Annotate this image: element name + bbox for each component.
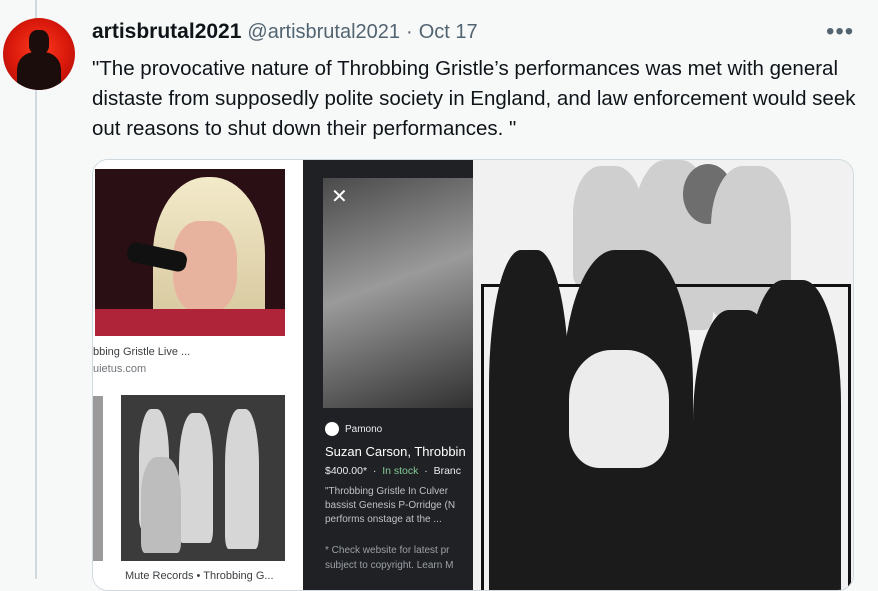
product-source[interactable]: Pamono	[325, 422, 382, 436]
source-logo-icon	[325, 422, 339, 436]
avatar[interactable]	[3, 18, 75, 90]
product-price: $400.00*	[325, 465, 368, 477]
group-photo[interactable]	[473, 160, 853, 590]
band-member	[179, 413, 213, 543]
crowd-photo[interactable]	[323, 178, 473, 408]
baby-figure	[569, 350, 669, 468]
display-name[interactable]: artisbrutal2021	[92, 20, 241, 44]
image-results-column: bbing Gristle Live ... uietus.com Mute R…	[93, 160, 301, 590]
user-handle[interactable]: @artisbrutal2021	[247, 21, 400, 44]
note-line: subject to copyright. Learn M	[325, 560, 454, 571]
result-thumbnail-singer[interactable]	[95, 169, 285, 336]
avatar-figure-head	[29, 30, 49, 54]
band-member	[225, 409, 259, 549]
result-thumbnail-band[interactable]	[121, 395, 285, 561]
source-name: Pamono	[345, 423, 383, 435]
tweet-date[interactable]: Oct 17	[419, 21, 478, 44]
close-icon[interactable]: ✕	[331, 184, 348, 209]
product-title[interactable]: Suzan Carson, Throbbin	[325, 444, 466, 459]
note-line: * Check website for latest pr	[325, 545, 450, 556]
stock-status: In stock	[382, 465, 419, 477]
result-source: uietus.com	[93, 363, 147, 375]
product-panel: ✕ Pamono Suzan Carson, Throbbin $400.00*…	[303, 160, 473, 590]
description-line: "Throbbing Gristle In Culver	[325, 486, 449, 497]
result-thumbnail-partial[interactable]	[93, 396, 103, 561]
more-options-icon[interactable]: •••	[826, 18, 854, 46]
result-caption[interactable]: Mute Records • Throbbing G...	[125, 570, 274, 582]
singer-dress	[95, 309, 285, 336]
separator-dot: ·	[406, 21, 413, 43]
tweet-header: artisbrutal2021 @artisbrutal2021 · Oct 1…	[92, 20, 478, 48]
front-row-figure	[489, 250, 569, 590]
front-row-figure	[745, 280, 841, 590]
result-caption[interactable]: bbing Gristle Live ...	[93, 346, 190, 358]
description-line: bassist Genesis P-Orridge (N	[325, 500, 456, 511]
product-description: "Throbbing Gristle In Culver bassist Gen…	[325, 485, 473, 527]
band-member	[141, 457, 181, 553]
product-price-row: $400.00* · In stock · Branc	[325, 465, 462, 477]
price-note: * Check website for latest pr subject to…	[325, 543, 473, 573]
description-line: performs onstage at the ...	[325, 514, 442, 525]
avatar-figure-body	[17, 52, 61, 90]
product-brand: Branc	[433, 465, 462, 477]
tweet-media[interactable]: bbing Gristle Live ... uietus.com Mute R…	[92, 159, 854, 591]
tweet-text: "The provocative nature of Throbbing Gri…	[92, 57, 856, 140]
